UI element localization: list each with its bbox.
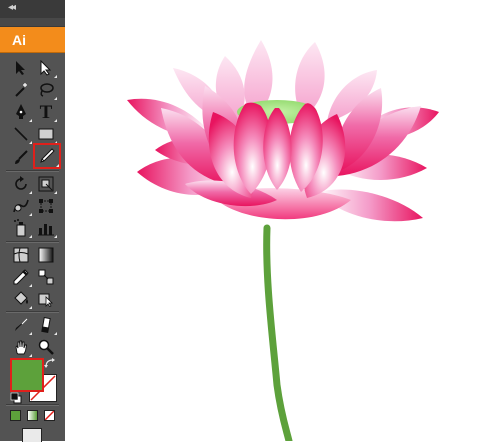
hand-icon <box>15 340 28 355</box>
type-icon: T <box>39 101 53 123</box>
white-arrow-icon <box>40 60 52 76</box>
paintbrush-icon <box>15 150 28 164</box>
panel-grip[interactable] <box>0 18 65 27</box>
warp-tool[interactable] <box>9 195 33 217</box>
live-paint-selection-tool[interactable] <box>34 288 58 310</box>
scale-icon <box>38 176 54 192</box>
rotate-tool[interactable] <box>9 173 33 195</box>
gradient-tool[interactable] <box>34 244 58 266</box>
slice-icon <box>15 318 28 331</box>
live-paint-selection-icon <box>38 293 53 307</box>
lasso-icon <box>40 83 54 97</box>
free-transform-icon <box>39 199 53 213</box>
selection-tool[interactable] <box>9 57 33 79</box>
eyedropper-icon <box>13 269 29 285</box>
zoom-icon <box>38 339 54 355</box>
fill-swatch[interactable] <box>10 358 44 392</box>
default-fill-stroke-icon[interactable] <box>10 391 22 404</box>
blend-icon <box>38 269 54 285</box>
eyedropper-tool[interactable] <box>9 266 33 288</box>
eraser-icon <box>41 317 51 333</box>
blend-tool[interactable] <box>34 266 58 288</box>
panel-header: ◂◂ <box>0 0 65 19</box>
pen-tool[interactable] <box>9 101 33 123</box>
gradient-icon <box>38 247 54 263</box>
rectangle-icon <box>38 128 54 140</box>
mesh-icon <box>13 247 29 263</box>
arrow-icon <box>16 61 25 75</box>
swap-fill-stroke-icon[interactable] <box>44 356 56 368</box>
rectangle-tool[interactable] <box>34 123 58 145</box>
column-graph-icon <box>38 224 54 236</box>
magic-wand-icon <box>15 83 27 97</box>
gradient-mode-button[interactable] <box>27 410 38 421</box>
scale-tool[interactable] <box>34 173 58 195</box>
none-mode-button[interactable] <box>44 410 55 421</box>
zoom-tool[interactable] <box>34 336 58 358</box>
free-transform-tool[interactable] <box>34 195 58 217</box>
live-paint-bucket-tool[interactable] <box>9 288 33 310</box>
pen-icon <box>16 104 26 119</box>
magic-wand-tool[interactable] <box>9 79 33 101</box>
color-mode-button[interactable] <box>10 410 21 421</box>
type-tool[interactable]: T <box>34 101 58 123</box>
pencil-tool[interactable] <box>33 143 61 169</box>
line-icon <box>14 127 28 141</box>
mesh-tool[interactable] <box>9 244 33 266</box>
artboard[interactable] <box>65 0 502 441</box>
column-graph-tool[interactable] <box>34 217 58 239</box>
app-logo-text: Ai <box>12 32 26 48</box>
collapse-panel-icon[interactable]: ◂◂ <box>8 2 16 13</box>
symbol-sprayer-tool[interactable] <box>9 217 33 239</box>
tools-panel: ◂◂ Ai T <box>0 0 65 442</box>
rotate-icon <box>15 176 27 190</box>
symbol-sprayer-icon <box>14 219 26 237</box>
screen-mode-button[interactable] <box>22 428 42 442</box>
app-logo: Ai <box>0 27 65 53</box>
lotus-artwork[interactable] <box>65 0 502 441</box>
hand-tool[interactable] <box>9 336 33 358</box>
paint-bucket-icon <box>14 291 28 305</box>
paintbrush-tool[interactable] <box>9 146 33 168</box>
lasso-tool[interactable] <box>34 79 58 101</box>
direct-selection-tool[interactable] <box>34 57 58 79</box>
eraser-tool[interactable] <box>34 314 58 336</box>
pencil-icon <box>40 148 55 163</box>
slice-tool[interactable] <box>9 314 33 336</box>
warp-icon <box>13 199 29 213</box>
line-segment-tool[interactable] <box>9 123 33 145</box>
